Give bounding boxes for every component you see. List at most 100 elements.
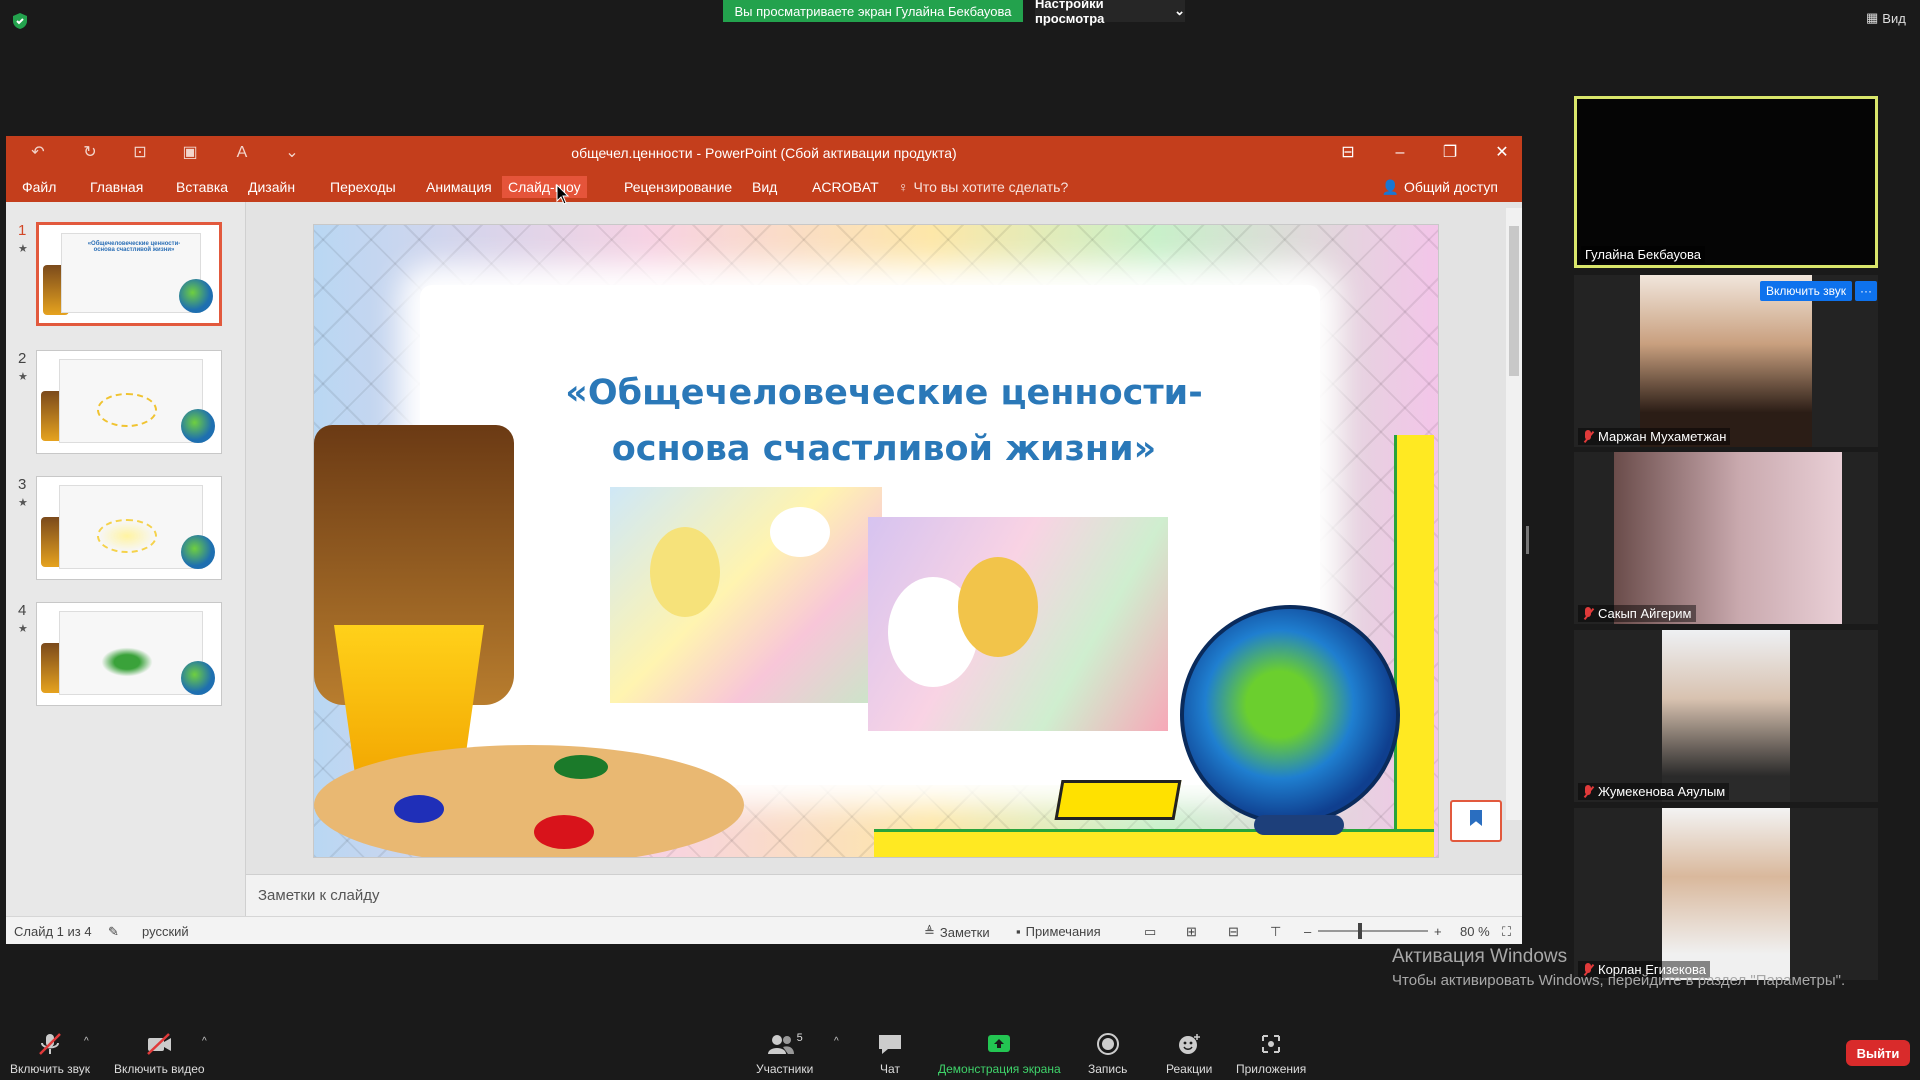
bookmark-icon[interactable] bbox=[1450, 800, 1502, 842]
slide-title[interactable]: «Общечеловеческие ценности- основа счаст… bbox=[524, 365, 1244, 477]
notes-pane[interactable]: Заметки к слайду bbox=[246, 874, 1522, 916]
scrollbar-thumb[interactable] bbox=[1509, 226, 1519, 376]
reading-view-icon[interactable]: ⊟ bbox=[1228, 924, 1239, 940]
mic-muted-icon bbox=[1582, 606, 1594, 621]
participant-video bbox=[1614, 452, 1842, 624]
vertical-scrollbar[interactable] bbox=[1506, 208, 1522, 820]
powerpoint-window: ↶ ↻ ⊡ ▣ A ⌄ общечел.ценности - PowerPoin… bbox=[6, 136, 1522, 944]
view-settings-dropdown[interactable]: Настройки просмотра ⌄ bbox=[1035, 0, 1185, 26]
comment-icon: ▪ bbox=[1016, 924, 1021, 939]
participants-button[interactable]: 5 Участники bbox=[756, 1032, 813, 1076]
unmute-participant-button[interactable]: Включить звук bbox=[1760, 281, 1853, 301]
apps-label: Приложения bbox=[1236, 1062, 1307, 1076]
leave-meeting-button[interactable]: Выйти bbox=[1846, 1040, 1910, 1066]
tell-me-box[interactable]: ♀ Что вы хотите сделать? bbox=[892, 176, 1074, 198]
ppt-titlebar: ↶ ↻ ⊡ ▣ A ⌄ общечел.ценности - PowerPoin… bbox=[6, 136, 1522, 170]
close-button[interactable]: ✕ bbox=[1490, 142, 1514, 164]
chat-bubble-icon bbox=[879, 1035, 901, 1054]
slide-thumbnail-1[interactable]: «Общечеловеческие ценности-основа счастл… bbox=[36, 222, 222, 326]
ruler-illustration bbox=[1394, 435, 1434, 855]
share-screen-icon bbox=[988, 1035, 1011, 1052]
video-options-chevron-icon[interactable]: ^ bbox=[202, 1036, 207, 1047]
ribbon-tabs: Файл Главная Вставка Дизайн Переходы Ани… bbox=[6, 170, 1522, 202]
share-access-label: Общий доступ bbox=[1403, 179, 1498, 195]
record-button[interactable]: Запись bbox=[1088, 1032, 1127, 1076]
unmute-audio-button[interactable]: Включить звук bbox=[10, 1032, 90, 1076]
participants-count: 5 bbox=[796, 1032, 803, 1044]
reactions-button[interactable]: Реакции bbox=[1166, 1032, 1212, 1076]
tab-file[interactable]: Файл bbox=[16, 176, 62, 198]
apps-button[interactable]: Приложения bbox=[1236, 1032, 1306, 1076]
slide-title-line: основа счастливой жизни» bbox=[611, 429, 1157, 469]
tab-design[interactable]: Дизайн bbox=[242, 176, 301, 198]
participant-tile[interactable]: Гулайна Бекбауова bbox=[1574, 96, 1878, 268]
participant-name: Маржан Мухаметжан bbox=[1578, 428, 1731, 445]
participant-name: Жумекенова Аяулым bbox=[1578, 783, 1730, 800]
tab-insert[interactable]: Вставка bbox=[170, 176, 234, 198]
zoom-slider[interactable] bbox=[1318, 930, 1428, 932]
tab-animation[interactable]: Анимация bbox=[420, 176, 498, 198]
zoom-out-icon[interactable]: – bbox=[1304, 924, 1311, 939]
share-screen-button[interactable]: Демонстрация экрана bbox=[938, 1032, 1061, 1076]
participants-options-chevron-icon[interactable]: ^ bbox=[834, 1036, 839, 1047]
slideshow-view-icon[interactable]: ⊤ bbox=[1270, 924, 1281, 940]
slide-thumbnail-pane: 1 ★ «Общечеловеческие ценности-основа сч… bbox=[6, 202, 246, 916]
more-options-button[interactable]: ··· bbox=[1855, 281, 1877, 301]
tab-review[interactable]: Рецензирование bbox=[618, 176, 738, 198]
tab-slideshow[interactable]: Слайд-шоу bbox=[502, 176, 587, 198]
children-drawing-image[interactable] bbox=[868, 517, 1168, 731]
grid-icon: ▦ bbox=[1866, 10, 1879, 25]
minimize-button[interactable]: – bbox=[1388, 142, 1412, 164]
windows-activation-subtitle: Чтобы активировать Windows, перейдите в … bbox=[1392, 972, 1846, 989]
participant-tile[interactable]: Сакып Айгерим bbox=[1574, 452, 1878, 624]
tab-transitions[interactable]: Переходы bbox=[324, 176, 402, 198]
paint-palette-illustration bbox=[314, 745, 744, 857]
slide-thumbnail-2[interactable] bbox=[36, 350, 222, 454]
notes-toggle[interactable]: ≜ Заметки bbox=[924, 924, 990, 940]
zoom-in-icon[interactable]: + bbox=[1434, 924, 1442, 939]
animation-star-icon: ★ bbox=[18, 497, 28, 509]
ribbon-display-options-icon[interactable]: ⊟ bbox=[1336, 142, 1360, 164]
tab-acrobat[interactable]: ACROBAT bbox=[806, 176, 885, 198]
reactions-label: Реакции bbox=[1166, 1062, 1213, 1076]
thumbnail-number: 2 bbox=[18, 350, 27, 367]
tab-home[interactable]: Главная bbox=[84, 176, 149, 198]
slide-thumbnail-3[interactable] bbox=[36, 476, 222, 580]
participant-name-text: Гулайна Бекбауова bbox=[1585, 247, 1702, 262]
normal-view-icon[interactable]: ▭ bbox=[1144, 924, 1156, 940]
current-slide[interactable]: «Общечеловеческие ценности- основа счаст… bbox=[313, 224, 1439, 858]
spellcheck-icon[interactable]: ✎ bbox=[108, 924, 119, 940]
mouse-cursor-icon bbox=[556, 184, 570, 205]
zoom-level[interactable]: 80 % bbox=[1460, 924, 1490, 939]
slide-sorter-icon[interactable]: ⊞ bbox=[1186, 924, 1197, 940]
thumbnail-title: «Общечеловеческие ценности-основа счастл… bbox=[87, 241, 181, 253]
share-access-button[interactable]: 👤 Общий доступ bbox=[1372, 174, 1509, 200]
zoom-slider-thumb[interactable] bbox=[1358, 923, 1362, 939]
view-settings-label: Настройки просмотра bbox=[1035, 0, 1105, 26]
start-video-button[interactable]: Включить видео bbox=[114, 1032, 205, 1076]
security-shield-icon[interactable] bbox=[12, 12, 28, 30]
globe-illustration bbox=[1180, 605, 1400, 825]
slide-counter: Слайд 1 из 4 bbox=[14, 924, 92, 939]
panel-resize-handle[interactable] bbox=[1526, 526, 1529, 554]
notes-toggle-label: Заметки bbox=[939, 924, 990, 940]
slide-thumbnail-4[interactable] bbox=[36, 602, 222, 706]
windows-activation-title: Активация Windows bbox=[1392, 946, 1568, 967]
view-layout-button[interactable]: ▦ Вид bbox=[1866, 10, 1906, 26]
participant-video bbox=[1662, 808, 1790, 980]
chat-button[interactable]: Чат bbox=[876, 1032, 904, 1076]
participant-name-text: Жумекенова Аяулым bbox=[1598, 784, 1726, 799]
participant-tile[interactable]: Жумекенова Аяулым bbox=[1574, 630, 1878, 802]
participant-tile[interactable]: Корлан Егизекова bbox=[1574, 808, 1878, 980]
restore-button[interactable]: ❐ bbox=[1438, 142, 1462, 164]
tab-view[interactable]: Вид bbox=[746, 176, 783, 198]
language-indicator[interactable]: русский bbox=[142, 924, 189, 939]
apps-icon bbox=[1262, 1035, 1281, 1053]
comments-toggle[interactable]: ▪ Примечания bbox=[1016, 924, 1101, 939]
children-drawing-image[interactable] bbox=[610, 487, 882, 703]
view-button-label: Вид bbox=[1882, 10, 1906, 26]
fit-slide-icon[interactable]: ⛶ bbox=[1502, 924, 1511, 940]
participants-label: Участники bbox=[756, 1062, 814, 1076]
ppt-window-title: общечел.ценности - PowerPoint (Сбой акти… bbox=[571, 145, 957, 161]
audio-options-chevron-icon[interactable]: ^ bbox=[84, 1036, 89, 1047]
